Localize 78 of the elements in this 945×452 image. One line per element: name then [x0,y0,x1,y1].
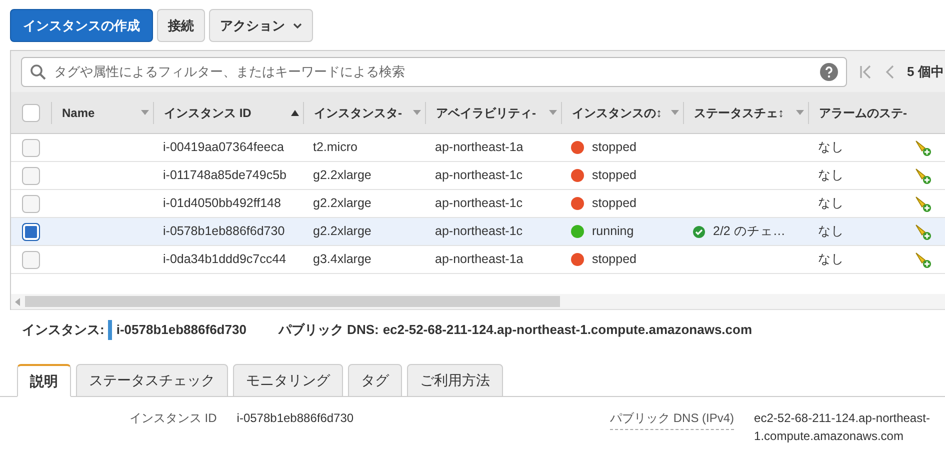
instance-state-cell-text: stopped [592,251,636,268]
column-header[interactable]: インスタンス ID [153,102,303,124]
alarm-add-icon[interactable] [914,222,932,240]
dropdown-caret-icon [413,110,421,115]
availability-zone-cell: ap-northeast-1c [435,196,523,210]
column-header[interactable]: ステータスチェ↕ [683,102,808,124]
caret-icon [293,22,302,28]
create-instance-button[interactable]: インスタンスの作成 [10,9,153,42]
instance-state-cell-text: stopped [592,139,636,156]
availability-zone-cell: ap-northeast-1a [435,140,524,154]
dns-value: ec2-52-68-211-124.ap-northeast-1.compute.amazonaws.com [382,321,752,340]
row-checkbox[interactable] [22,250,40,268]
instance-state-cell-text: running [592,223,634,240]
field-label: パブリック DNS (IPv4) [610,411,734,430]
field-value: ec2-52-68-211-124.ap-northeast-1.compute.amazonaws.com [753,410,931,445]
alarm-status-cell: なし [818,224,844,238]
column-header[interactable]: Name [51,102,153,124]
instance-type-cell: g2.2xlarge [313,196,372,210]
previous-page-icon[interactable] [885,64,895,78]
pagination-text: 5 個中 [907,62,944,81]
instance-state-cell-text: stopped [592,167,636,184]
search-bar[interactable]: タグや属性によるフィルター、またはキーワードによる検索 [21,56,847,86]
actions-dropdown[interactable]: アクション [209,9,313,42]
select-all-checkbox[interactable] [22,104,40,122]
tab[interactable]: モニタリング [233,364,343,397]
tab[interactable]: ご利用方法 [407,364,503,397]
instance-state-cell-text: stopped [592,195,636,212]
table-row[interactable]: i-0578b1eb886f6d730 g2.2xlarge ap-northeast-1c running 2/2 のチェ… なし [11,218,945,246]
dropdown-caret-icon [796,110,804,115]
alarm-status-cell: なし [818,196,844,210]
tab[interactable]: タグ [348,364,402,397]
status-check-cell-text: 2/2 のチェ… [713,223,786,240]
dropdown-caret-icon [141,110,149,115]
instance-id-cell: i-00419aa07364feeca [163,140,284,154]
search-icon [30,64,46,80]
instance-type-cell: g2.2xlarge [313,224,372,238]
row-checkbox[interactable] [22,138,40,156]
sort-ascending-icon [291,110,299,116]
alarm-status-cell: なし [818,168,844,182]
instance-label: インスタンス: [22,321,104,340]
instance-type-cell: t2.micro [313,140,358,154]
connect-button[interactable]: 接続 [157,9,205,42]
selected-instance-id: i-0578b1eb886f6d730 [108,320,246,340]
instance-id-cell: i-01d4050bb492ff148 [163,196,281,210]
horizontal-scrollbar[interactable] [11,294,945,310]
availability-zone-cell: ap-northeast-1c [435,224,523,238]
dropdown-caret-icon [671,110,679,115]
alarm-status-cell: なし [818,140,844,154]
instance-type-cell: g3.4xlarge [313,252,372,266]
instance-id-cell: i-011748a85de749c5b [163,168,286,182]
alarm-add-icon[interactable] [914,166,932,184]
dropdown-caret-icon [549,110,557,115]
row-checkbox[interactable] [22,194,40,212]
help-icon[interactable] [820,62,838,80]
availability-zone-cell: ap-northeast-1a [435,252,524,266]
tab[interactable]: 説明 [17,364,71,397]
field-label: インスタンス ID [129,411,217,425]
check-circle-icon [693,226,705,238]
tab[interactable]: ステータスチェック [76,364,228,397]
first-page-icon[interactable] [859,64,873,78]
dns-label: パブリック DNS: [278,321,379,340]
alarm-add-icon[interactable] [914,250,932,268]
availability-zone-cell: ap-northeast-1c [435,168,523,182]
alarm-add-icon[interactable] [914,138,932,156]
row-checkbox[interactable] [22,222,40,240]
column-header[interactable]: インスタンスの↕ [561,102,683,124]
column-header[interactable]: アベイラビリティ- [425,102,561,124]
search-field[interactable]: タグや属性によるフィルター、またはキーワードによる検索 [54,62,812,82]
column-header[interactable]: アラームのステ- [808,102,910,124]
alarm-add-icon[interactable] [914,194,932,212]
instance-id-cell: i-0578b1eb886f6d730 [163,224,285,238]
alarm-status-cell: なし [818,252,844,266]
row-checkbox[interactable] [22,166,40,184]
scroll-left-icon[interactable] [15,298,21,306]
field-value: i-0578b1eb886f6d730 [236,410,355,427]
column-header[interactable]: インスタンスタ- [303,102,425,124]
instance-type-cell: g2.2xlarge [313,168,372,182]
instance-id-cell: i-0da34b1ddd9c7cc44 [163,252,286,266]
